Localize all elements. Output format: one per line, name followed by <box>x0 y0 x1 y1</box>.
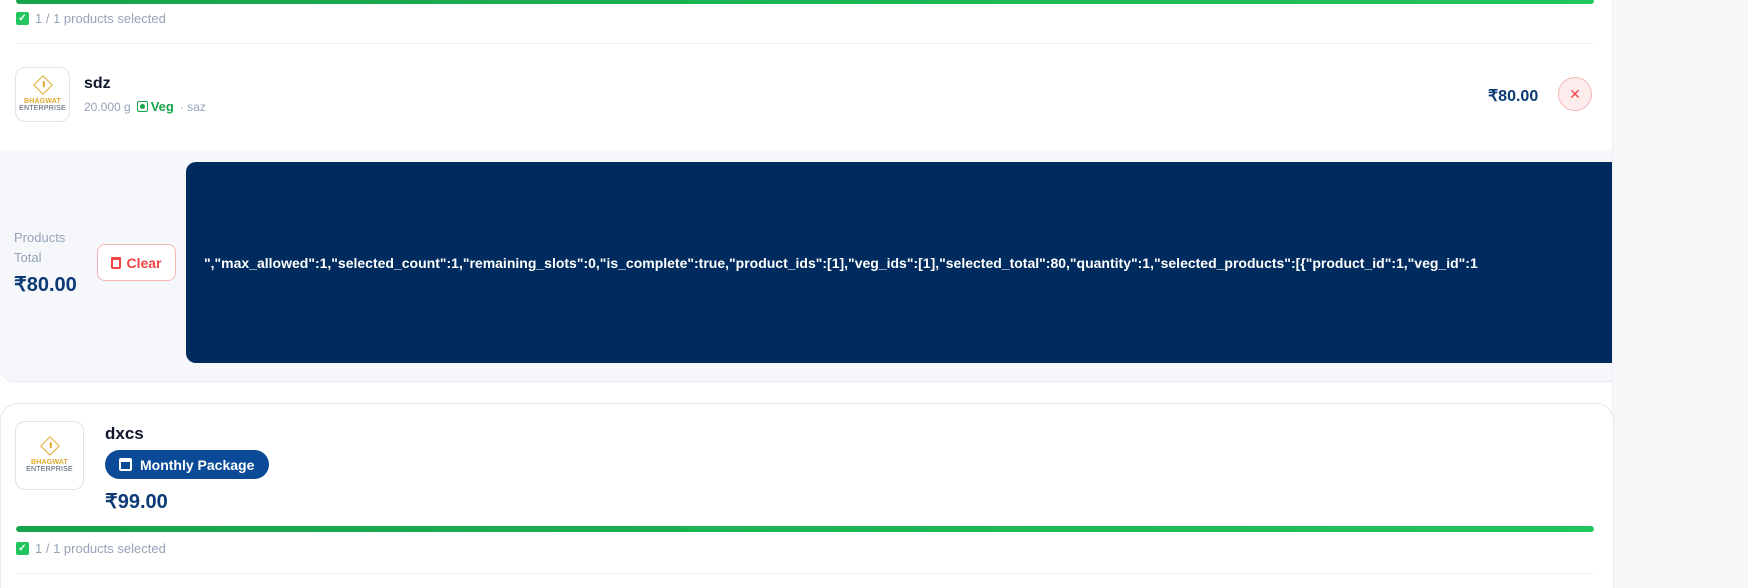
item-price: ₹80.00 <box>1488 88 1539 105</box>
calendar-icon <box>119 458 132 471</box>
veg-label: Veg <box>150 99 174 114</box>
checkbox-checked-icon: ✓ <box>16 542 29 555</box>
selected-count-text: 1 / 1 products selected <box>35 11 166 26</box>
json-debug-panel: ","max_allowed":1,"selected_count":1,"re… <box>186 162 1612 363</box>
package-name: dxcs <box>105 424 144 443</box>
veg-icon <box>136 101 148 112</box>
package-selected-count-row: ✓ 1 / 1 products selected <box>16 541 166 556</box>
clear-button-label: Clear <box>126 254 162 271</box>
products-total-label-line1: Products <box>14 230 66 245</box>
item-weight: 20.000 g <box>84 99 131 114</box>
bundle-progress-bar <box>16 0 1594 4</box>
divider <box>16 43 1594 44</box>
item-name: sdz <box>84 75 111 92</box>
json-debug-text: ","max_allowed":1,"selected_count":1,"re… <box>204 254 1478 271</box>
package-progress-bar <box>16 526 1594 532</box>
brand-logo-icon <box>32 74 53 95</box>
products-total-value: ₹80.00 <box>14 274 77 296</box>
package-logo: BHAGWAT ENTERPRISE <box>15 421 84 490</box>
selected-count-row: ✓ 1 / 1 products selected <box>16 11 166 26</box>
item-variant: · saz <box>179 99 206 114</box>
package-selected-count-text: 1 / 1 products selected <box>35 541 166 556</box>
products-total-label-line2: Total <box>14 250 42 265</box>
close-icon: ✕ <box>1569 85 1581 102</box>
remove-item-button[interactable]: ✕ <box>1558 77 1592 111</box>
trash-icon <box>111 256 122 269</box>
clear-button[interactable]: Clear <box>97 244 176 281</box>
right-gutter <box>1613 0 1748 588</box>
package-progress-fill <box>16 526 1594 532</box>
item-meta: 20.000 g Veg · saz <box>84 99 206 114</box>
logo-text-line1: BHAGWAT <box>23 97 62 105</box>
divider <box>16 573 1594 574</box>
logo-text-line1: BHAGWAT <box>30 458 69 466</box>
package-badge-label: Monthly Package <box>140 456 255 473</box>
package-price: ₹99.00 <box>105 491 168 513</box>
logo-text-line2: ENTERPRISE <box>19 104 66 112</box>
bundle-progress-fill <box>16 0 1594 4</box>
product-logo: BHAGWAT ENTERPRISE <box>15 67 70 122</box>
checkbox-checked-icon: ✓ <box>16 12 29 25</box>
monthly-package-badge: Monthly Package <box>105 450 270 479</box>
logo-text-line2: ENTERPRISE <box>26 465 73 473</box>
veg-badge: Veg <box>136 99 174 114</box>
brand-logo-icon <box>39 435 60 456</box>
package-card <box>0 403 1614 588</box>
